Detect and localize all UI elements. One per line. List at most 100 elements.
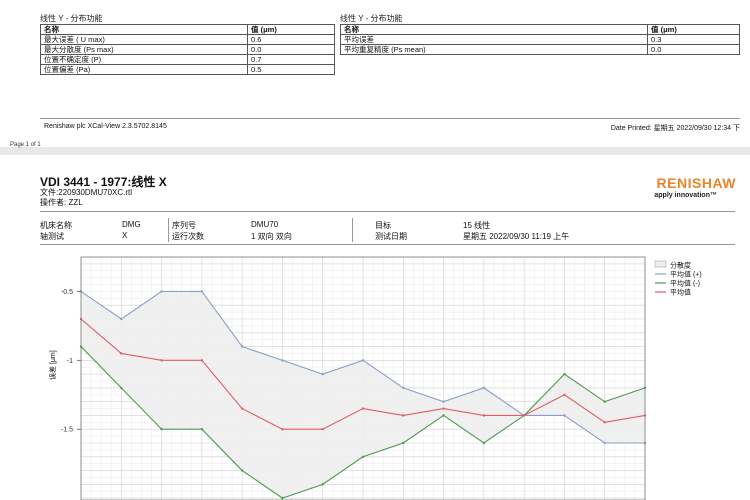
axis-label: 轴测试 [40,232,64,241]
data-point [442,400,445,403]
machine-name-label: 机床名称 [40,221,72,230]
serial-value: DMU70 [251,220,279,229]
data-point [160,428,163,431]
data-point [402,386,405,390]
table-row: 最大分散度 (Ps max) 0.0 [40,44,335,55]
table-row: 位置不确定度 (P) 0.7 [40,54,335,65]
legend-label: 分散度 [670,261,691,270]
data-point [200,428,204,431]
info-separator [352,218,353,242]
data-point [321,372,324,376]
table-header-row: 名称 值 (μm) [340,24,740,35]
row-value: 0.0 [247,44,335,55]
data-point [563,372,566,376]
data-point [563,393,566,396]
y-tick-label: -1.5 [61,427,73,434]
data-point [120,352,123,355]
data-point [603,400,606,403]
data-point [160,359,163,362]
col-value-header: 值 (μm) [247,24,335,35]
row-value: 0.3 [647,34,740,45]
right-stats-table: 名称 值 (μm) 平均误差 0.3 平均重复精度 (Ps mean) 0.0 [340,24,740,55]
data-point [361,455,365,458]
data-point [120,386,123,390]
data-point [281,359,284,362]
info-divider [40,244,735,245]
row-value: 0.7 [247,54,335,65]
row-label: 位置偏差 (Pa) [40,64,248,75]
data-point [120,317,123,321]
data-point [482,386,486,390]
data-point [200,290,204,293]
data-point [361,359,365,362]
data-point [442,414,445,417]
page-number: Page 1 of 1 [10,142,41,148]
y-ticks: -0.5 -1 -1.5 [61,289,81,434]
data-point [442,407,445,410]
row-label: 平均重复精度 (Ps mean) [340,44,648,55]
y-tick-label: -1 [67,358,73,365]
data-point [402,441,405,445]
legend-swatch-band [654,260,667,268]
renishaw-logo: RENISHAW [656,175,736,191]
data-point [240,345,244,348]
chart-legend: 分散度平均值 (+)平均值 (-)平均值 [654,260,702,297]
right-section-title: 线性 Y - 分布功能 [340,14,403,23]
table-row: 平均重复精度 (Ps mean) 0.0 [340,44,740,55]
data-point [321,483,324,486]
target-value: 15 线性 [463,221,491,230]
row-label: 位置不确定度 (P) [40,54,248,65]
col-name-header: 名称 [40,24,248,35]
table-row: 最大误差 ( U max) 0.6 [40,34,335,45]
left-stats-table: 名称 值 (μm) 最大误差 ( U max) 0.6 最大分散度 (Ps max… [40,24,335,75]
report-operator: 操作者: ZZL [40,198,83,207]
data-point [522,414,526,417]
col-name-header: 名称 [340,24,648,35]
row-value: 0.5 [247,64,335,75]
data-point [281,496,284,500]
target-label: 目标 [375,221,391,230]
machine-name-value: DMG [122,220,141,229]
previous-report-page: 线性 Y - 分布功能 线性 Y - 分布功能 名称 值 (μm) 最大误差 (… [0,0,750,148]
report-page: VDI 3441 - 1977:线性 X 文件:220930DMU70XC.rt… [0,155,750,500]
legend-label: 平均值 [670,288,691,297]
runs-label: 运行次数 [172,232,204,241]
left-section-title: 线性 Y - 分布功能 [40,14,103,23]
axis-value: X [122,231,128,240]
legend-label: 平均值 (+) [670,270,702,279]
row-value: 0.0 [647,44,740,55]
data-point [603,421,606,424]
data-point [200,359,204,362]
date-label: 测试日期 [375,232,407,241]
data-point [321,428,324,431]
data-point [402,414,405,417]
data-point [361,407,365,410]
table-row: 平均误差 0.3 [340,34,740,45]
col-value-header: 值 (μm) [647,24,740,35]
row-label: 平均误差 [340,34,648,45]
runs-value: 1 双向 双向 [251,232,292,241]
data-point [482,414,486,417]
data-point [603,441,606,445]
data-point [160,290,163,293]
logo-tagline: apply innovation™ [654,192,717,199]
footer-software-version: Renishaw plc XCal-View 2.3.5702.8145 [44,123,167,130]
y-tick-label: -0.5 [61,289,73,296]
footer-divider [40,118,740,119]
data-point [563,414,566,417]
row-value: 0.6 [247,34,335,45]
date-value: 星期五 2022/09/30 11:19 上午 [463,232,570,241]
error-chart: -0.5 -1 -1.5 分散度平均值 (+)平均值 (-)平均值 [61,256,702,500]
serial-label: 序列号 [172,221,196,230]
table-header-row: 名称 值 (μm) [40,24,335,35]
info-separator [168,218,169,242]
data-point [240,407,244,410]
legend-label: 平均值 (-) [670,279,700,288]
data-point [482,441,486,445]
header-divider [40,211,735,212]
footer-date-printed: Date Printed: 星期五 2022/09/30 12:34 下 [610,125,740,132]
data-point [281,428,284,431]
row-label: 最大分散度 (Ps max) [40,44,248,55]
data-point [240,469,244,472]
row-label: 最大误差 ( U max) [40,34,248,45]
